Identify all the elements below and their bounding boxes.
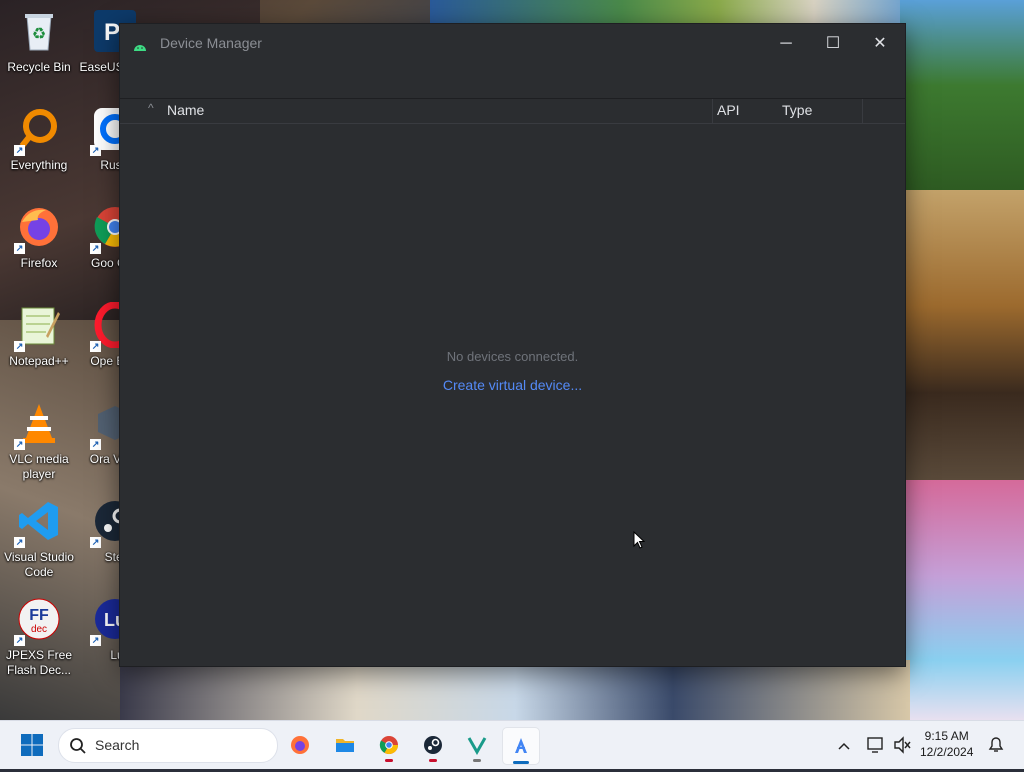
close-icon: ✕: [873, 35, 887, 52]
start-button[interactable]: [20, 733, 44, 757]
everything-icon: ↗: [14, 106, 62, 156]
maximize-icon: ☐: [825, 35, 841, 52]
firefox-icon: ↗: [14, 204, 62, 254]
search-placeholder: Search: [95, 737, 140, 753]
desktop-icon-vlc[interactable]: ↗ VLC media player: [0, 396, 78, 490]
desktop-icon-recycle-bin[interactable]: ♻ Recycle Bin: [0, 4, 78, 98]
svg-text:dec: dec: [31, 624, 47, 635]
jpexs-icon: FF dec ↗: [14, 596, 62, 646]
tray-volume-button[interactable]: [893, 721, 913, 769]
system-clock[interactable]: 9:15 AM 12/2/2024: [920, 728, 973, 760]
bell-icon: [988, 737, 1004, 752]
vlc-icon: ↗: [14, 400, 62, 450]
desktop-icon-jpexs[interactable]: FF dec ↗ JPEXS Free Flash Dec...: [0, 592, 78, 686]
desktop-icon-label: JPEXS Free Flash Dec...: [5, 648, 73, 677]
desktop-icon-label: Everything: [10, 158, 68, 172]
minimize-icon: ─: [780, 35, 792, 52]
clock-time: 9:15 AM: [924, 729, 969, 743]
notifications-button[interactable]: [986, 721, 1006, 769]
toolbar: [120, 64, 905, 99]
taskbar-chrome[interactable]: [371, 727, 407, 763]
device-manager-window: Device Manager ─ ☐ ✕ ^ Name API Type No …: [119, 23, 906, 667]
android-studio-icon: [511, 736, 531, 756]
tray-overflow-button[interactable]: [836, 721, 852, 769]
taskbar-file-explorer[interactable]: [327, 727, 363, 763]
mouse-cursor: [633, 530, 646, 549]
steam-icon: [423, 735, 443, 755]
window-title: Device Manager: [160, 35, 262, 51]
desktop-icon-label: Firefox: [20, 256, 58, 270]
minimize-button[interactable]: ─: [763, 24, 809, 64]
running-indicator: [429, 759, 437, 762]
visual-studio-icon: [467, 735, 487, 756]
sort-ascending-icon[interactable]: ^: [148, 101, 154, 115]
taskbar-visual-studio[interactable]: [459, 727, 495, 763]
running-indicator: [473, 759, 481, 762]
column-divider[interactable]: [712, 99, 713, 123]
chrome-icon: [379, 735, 399, 755]
empty-state-message: No devices connected.: [446, 349, 579, 364]
clock-date: 12/2/2024: [920, 745, 974, 759]
firefox-icon: [290, 735, 310, 755]
maximize-button[interactable]: ☐: [810, 24, 856, 64]
taskbar-android-studio[interactable]: [502, 727, 540, 765]
device-table-header: ^ Name API Type: [120, 99, 905, 124]
column-divider[interactable]: [862, 99, 863, 123]
recycle-bin-icon: ♻: [16, 8, 62, 54]
chevron-up-icon: [838, 742, 850, 750]
desktop-icon-vscode[interactable]: ↗ Visual Studio Code: [0, 494, 78, 588]
column-header-type[interactable]: Type: [782, 102, 812, 118]
taskbar-search[interactable]: Search: [58, 728, 278, 763]
android-icon: [134, 38, 146, 51]
network-icon: [867, 737, 883, 753]
desktop-icon-everything[interactable]: ↗ Everything: [0, 102, 78, 196]
desktop-icon-notepadpp[interactable]: ↗ Notepad++: [0, 298, 78, 392]
column-header-api[interactable]: API: [717, 102, 740, 118]
desktop-icon-label: Visual Studio Code: [4, 550, 74, 579]
taskbar: Search 9:15 AM 12/2/2024: [0, 720, 1024, 769]
running-indicator: [385, 759, 393, 762]
windows-logo-icon: [21, 734, 43, 756]
title-bar[interactable]: Device Manager ─ ☐ ✕: [120, 24, 905, 64]
notepadpp-icon: ↗: [14, 302, 62, 352]
create-virtual-device-label[interactable]: Create virtual device...: [443, 377, 582, 393]
svg-text:FF: FF: [29, 607, 49, 624]
search-icon: [69, 737, 87, 755]
active-indicator: [513, 761, 529, 764]
column-header-name[interactable]: Name: [167, 102, 204, 118]
svg-text:♻: ♻: [32, 26, 46, 43]
desktop-icon-firefox[interactable]: ↗ Firefox: [0, 200, 78, 294]
volume-muted-icon: [894, 736, 911, 754]
taskbar-firefox[interactable]: [282, 727, 318, 763]
taskbar-steam[interactable]: [415, 727, 451, 763]
desktop-icon-label: VLC media player: [9, 452, 69, 481]
desktop-icon-label: Recycle Bin: [7, 60, 71, 74]
tray-network-button[interactable]: [866, 721, 886, 769]
svg-text:P: P: [104, 19, 120, 46]
file-explorer-icon: [335, 735, 355, 755]
close-button[interactable]: ✕: [857, 24, 903, 64]
vscode-icon: ↗: [14, 498, 62, 548]
desktop-icon-label: Notepad++: [9, 354, 69, 368]
create-virtual-device-link[interactable]: Create virtual device...: [120, 377, 905, 393]
